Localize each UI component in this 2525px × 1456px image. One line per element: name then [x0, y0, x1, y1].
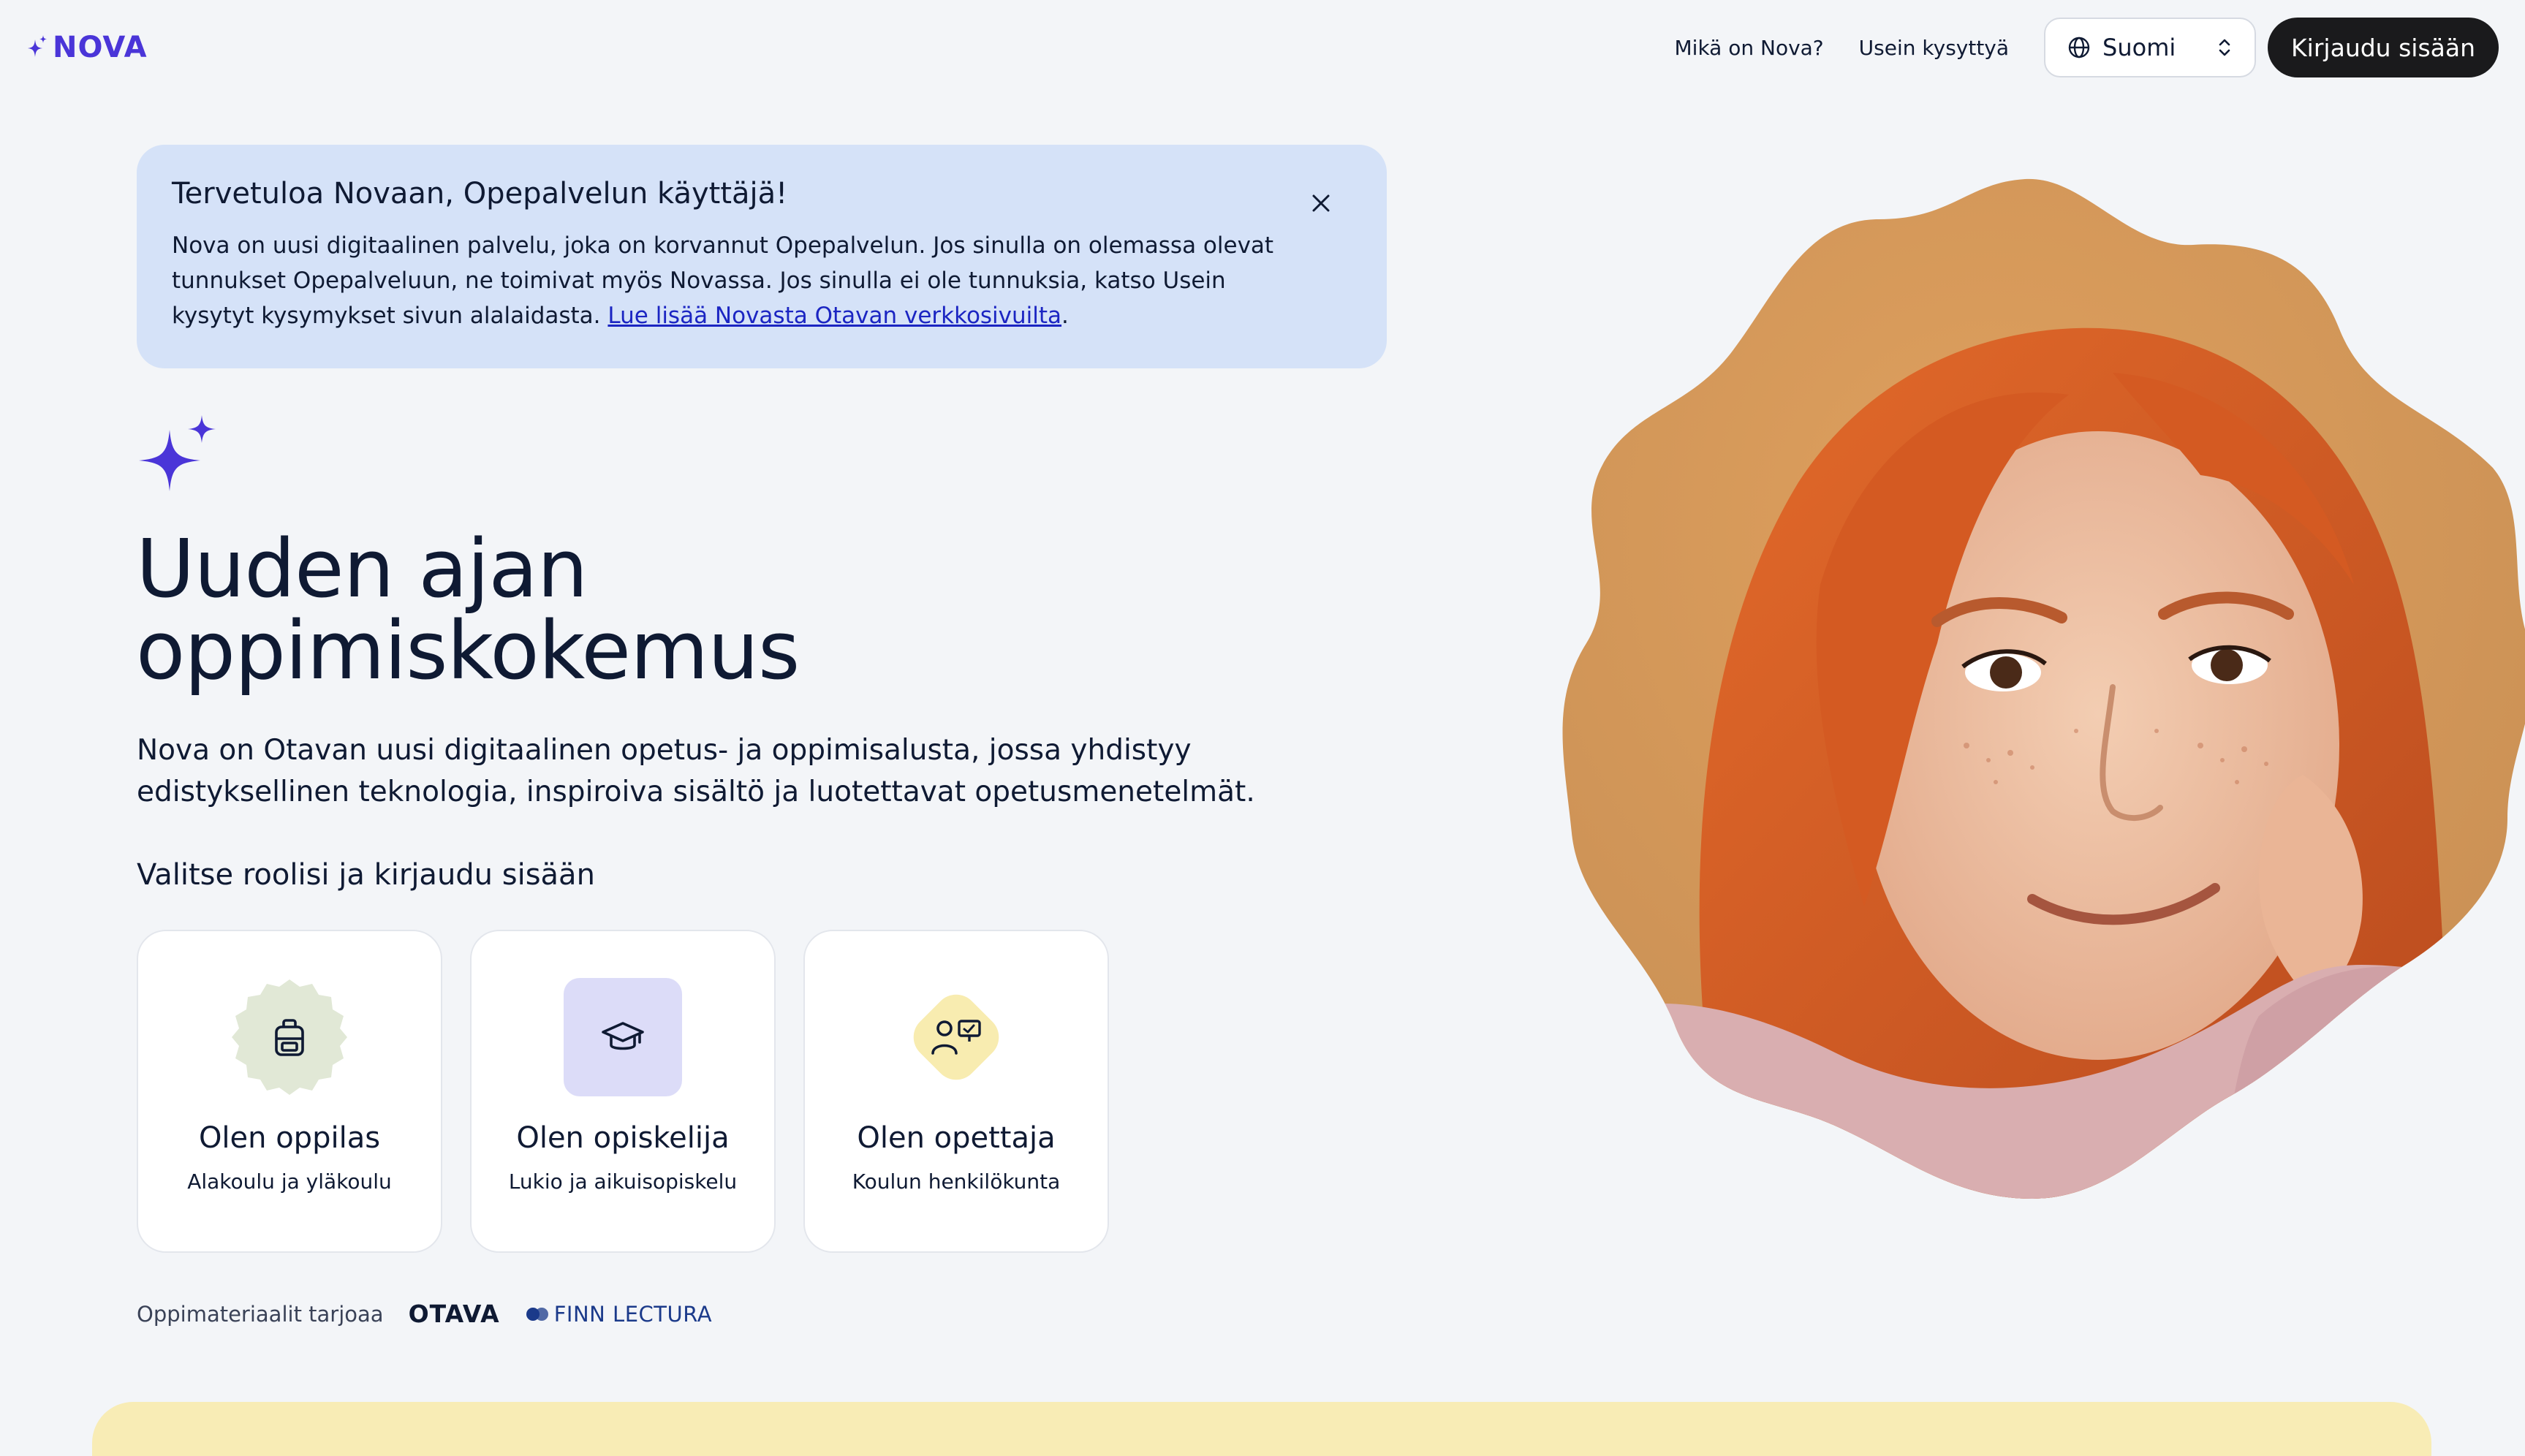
nova-logo[interactable]: NOVA	[26, 31, 148, 64]
providers: Oppimateriaalit tarjoaa OTAVA FINN LECTU…	[137, 1300, 712, 1328]
finn-lectura-text: FINN LECTURA	[553, 1301, 713, 1327]
banner-link[interactable]: Lue lisää Novasta Otavan verkkosivuilta	[607, 303, 1061, 329]
teacher-board-icon	[897, 978, 1015, 1096]
faq-section-band	[92, 1402, 2431, 1456]
logo-text: NOVA	[53, 31, 148, 64]
nav-link-what-is-nova[interactable]: Mikä on Nova?	[1675, 36, 1824, 60]
role-subtitle: Lukio ja aikuisopiskelu	[508, 1169, 738, 1194]
chevron-up-down-icon	[2217, 37, 2233, 58]
page: NOVA Mikä on Nova? Usein kysyttyä Suomi …	[0, 0, 2525, 1456]
nav-link-faq[interactable]: Usein kysyttyä	[1859, 36, 2009, 60]
providers-label: Oppimateriaalit tarjoaa	[137, 1301, 384, 1327]
finn-lectura-logo: FINN LECTURA	[525, 1302, 712, 1327]
sparkle-icon	[139, 415, 219, 498]
hero-portrait-image	[1557, 175, 2525, 1209]
role-heading: Valitse roolisi ja kirjaudu sisään	[137, 858, 595, 892]
language-select[interactable]: Suomi	[2044, 18, 2257, 77]
role-subtitle: Koulun henkilökunta	[852, 1169, 1061, 1194]
hero-title-line1: Uuden ajan	[136, 522, 588, 615]
role-card-student[interactable]: Olen oppilas Alakoulu ja yläkoulu	[137, 930, 442, 1253]
globe-icon	[2067, 36, 2091, 59]
login-button[interactable]: Kirjaudu sisään	[2268, 18, 2499, 77]
role-card-teacher[interactable]: Olen opettaja Koulun henkilökunta	[803, 930, 1109, 1253]
hero-title-line2: oppimiskokemus	[136, 604, 800, 697]
hero-title: Uuden ajan oppimiskokemus	[136, 528, 800, 691]
role-cards: Olen oppilas Alakoulu ja yläkoulu Olen o…	[137, 930, 1109, 1253]
role-card-learner[interactable]: Olen opiskelija Lukio ja aikuisopiskelu	[470, 930, 776, 1253]
role-title: Olen opettaja	[857, 1121, 1056, 1155]
role-subtitle: Alakoulu ja yläkoulu	[187, 1169, 392, 1194]
backpack-icon	[230, 978, 349, 1096]
sparkle-logo-icon	[28, 35, 47, 57]
hero-description: Nova on Otavan uusi digitaalinen opetus-…	[137, 734, 1255, 808]
banner-after-link: .	[1061, 303, 1069, 329]
banner-text: Nova on uusi digitaalinen palvelu, joka …	[172, 228, 1299, 333]
otava-logo: OTAVA	[408, 1300, 500, 1328]
top-nav: Mikä on Nova? Usein kysyttyä Suomi Kirja…	[1675, 18, 2499, 77]
graduation-cap-icon	[564, 978, 682, 1096]
language-label: Suomi	[2102, 34, 2176, 61]
role-title: Olen oppilas	[198, 1121, 381, 1155]
welcome-banner: Tervetuloa Novaan, Opepalvelun käyttäjä!…	[137, 145, 1387, 368]
finn-lectura-mark-icon	[526, 1307, 548, 1321]
close-icon[interactable]	[1305, 187, 1337, 219]
banner-title: Tervetuloa Novaan, Opepalvelun käyttäjä!	[172, 177, 788, 211]
role-title: Olen opiskelija	[516, 1121, 730, 1155]
